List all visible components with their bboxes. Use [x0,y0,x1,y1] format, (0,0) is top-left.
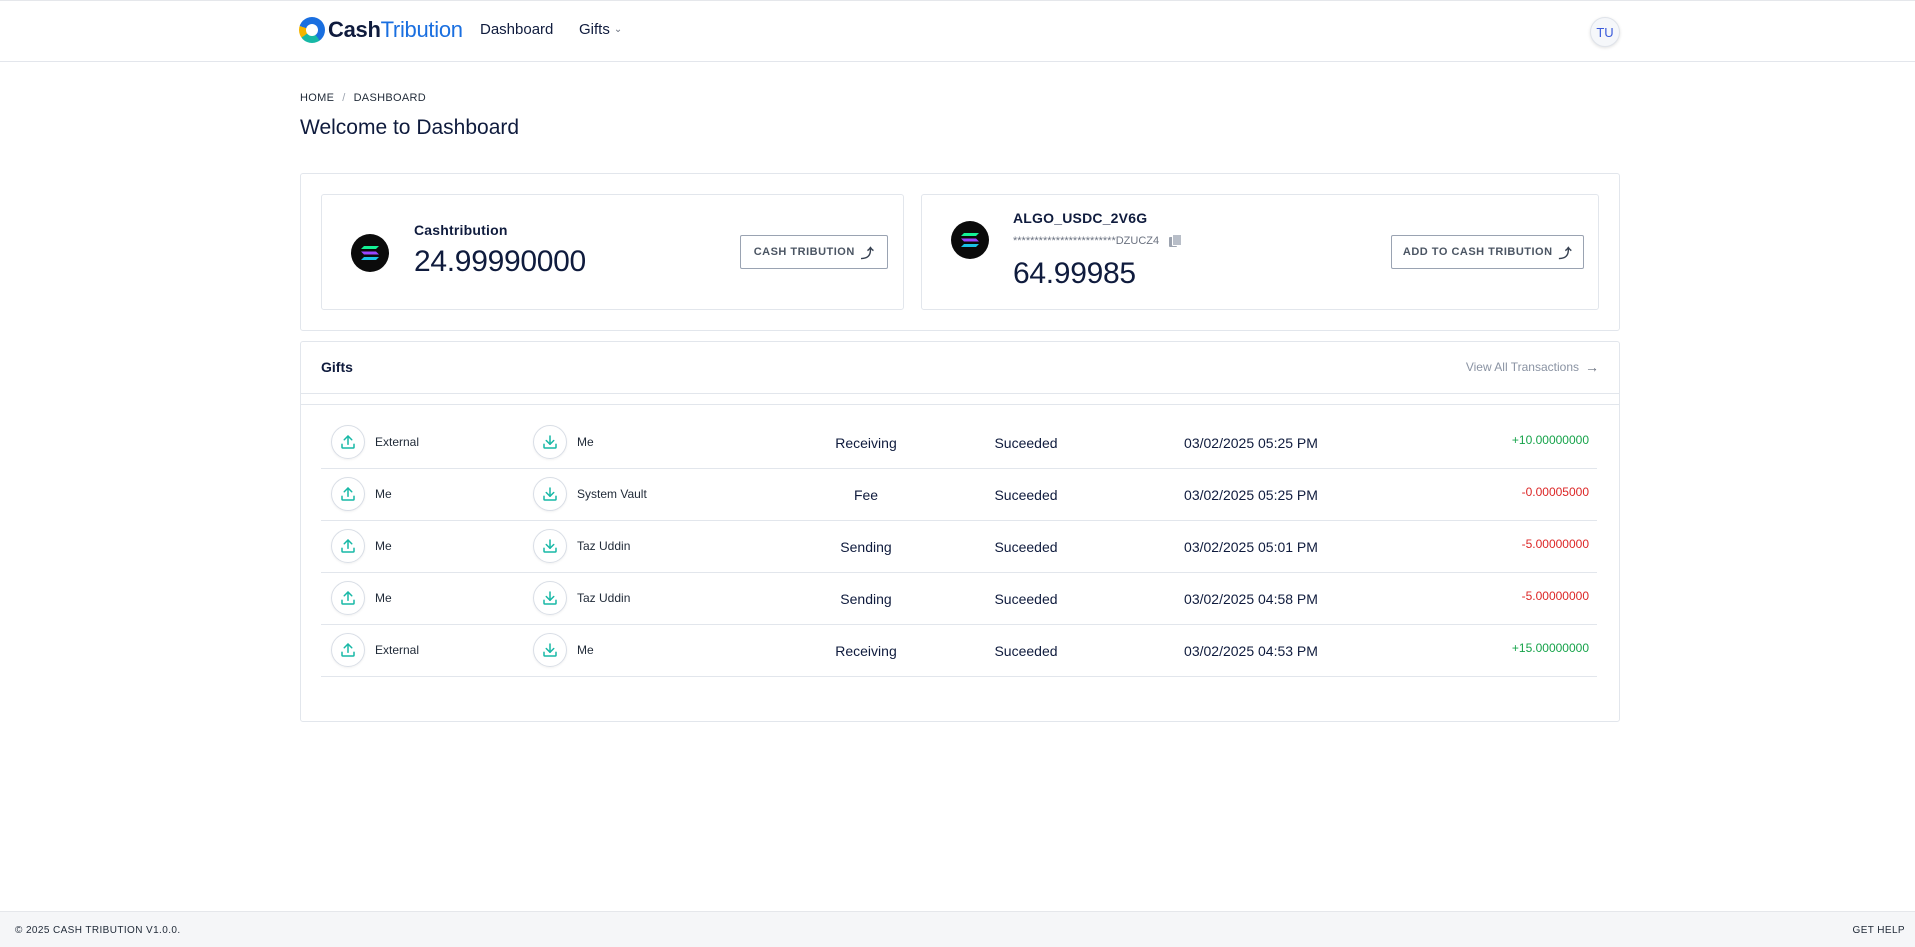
upload-icon [331,425,365,459]
sender: External [331,633,419,667]
add-to-cash-tribution-button-label: ADD TO CASH TRIBUTION [1402,246,1553,258]
wallet-address: ************************DZUCZ4 [1013,234,1183,247]
transaction-type: Sending [840,591,892,607]
recipient: Me [533,633,594,667]
arrow-right-icon: → [1585,359,1599,375]
transaction-type: Receiving [835,643,897,659]
view-all-label: View All Transactions [1465,360,1579,374]
wallets-panel: Cashtribution 24.99990000 CASH TRIBUTION… [300,173,1620,331]
sender-name: Me [375,539,392,553]
sender: Me [331,529,392,563]
external-arrow-icon: ⤴ [860,245,875,261]
nav-gifts-label: Gifts [579,21,610,38]
sender-name: External [375,435,420,449]
transaction-status: Suceeded [994,591,1058,607]
download-icon [533,477,567,511]
sender-name: Me [375,591,392,605]
download-icon [533,529,567,563]
wallet-balance: 24.99990000 [414,245,586,278]
copy-icon[interactable] [1169,234,1183,247]
page-title: Welcome to Dashboard [300,116,520,139]
solana-coin-icon [351,234,389,272]
footer: © 2025 CASH TRIBUTION V1.0.0. GET HELP [0,911,1915,947]
get-help-link[interactable]: GET HELP [1853,925,1905,936]
transaction-status: Suceeded [994,435,1058,451]
wallet-name: ALGO_USDC_2V6G [1013,210,1148,226]
view-all-transactions-link[interactable]: View All Transactions → [1466,359,1599,375]
transaction-date: 03/02/2025 05:25 PM [1184,487,1318,503]
table-row[interactable]: Me Taz Uddin Sending Suceeded 03/02/2025 05:… [321,521,1597,573]
transaction-date: 03/02/2025 05:25 PM [1184,435,1318,451]
sender: Me [331,477,392,511]
wallet-card-cashtribution: Cashtribution 24.99990000 CASH TRIBUTION… [321,194,904,310]
download-icon [533,581,567,615]
external-arrow-icon: ⤴ [1558,245,1573,261]
table-row[interactable]: Me Taz Uddin Sending Suceeded 03/02/2025 04:… [321,573,1597,625]
gifts-table: External Me Receiving Suceeded 03/02/2025 05… [301,404,1619,720]
wallet-balance: 64.99985 [1013,257,1136,290]
breadcrumb-home[interactable]: HOME [300,92,334,104]
recipient-name: Me [577,435,594,449]
table-row[interactable]: External Me Receiving Suceeded 03/02/2025 05… [321,417,1597,469]
transaction-amount: +10.00000000 [1511,433,1589,447]
upload-icon [331,529,365,563]
transaction-date: 03/02/2025 05:01 PM [1184,539,1318,555]
sender: External [331,425,419,459]
breadcrumb: HOME / DASHBOARD [300,92,426,104]
gifts-title: Gifts [321,359,353,375]
logo-mark-icon [299,17,325,43]
top-navbar: CashTribution Dashboard Gifts ⌄ TU [0,0,1915,62]
transaction-type: Fee [853,487,879,503]
recipient-name: Taz Uddin [577,591,631,605]
app-logo[interactable]: CashTribution [299,15,463,45]
sender: Me [331,581,392,615]
logo-text: CashTribution [328,17,463,42]
recipient: System Vault [533,477,647,511]
user-avatar[interactable]: TU [1590,17,1620,47]
gifts-panel: Gifts View All Transactions → External Me… [300,341,1620,722]
table-row[interactable]: Me System Vault Fee Suceeded 03/02/2025 05:2… [321,469,1597,521]
transaction-date: 03/02/2025 04:53 PM [1184,643,1318,659]
recipient-name: Taz Uddin [577,539,631,553]
cash-tribution-button-label: CASH TRIBUTION [753,246,855,258]
download-icon [533,425,567,459]
transaction-status: Suceeded [994,487,1058,503]
upload-icon [331,633,365,667]
cash-tribution-button[interactable]: CASH TRIBUTION ⤴ [740,235,888,269]
gifts-header: Gifts View All Transactions → [301,342,1619,394]
transaction-amount: -5.00000000 [1521,589,1589,603]
breadcrumb-separator: / [342,92,346,104]
transaction-amount: -5.00000000 [1521,537,1589,551]
transaction-type: Receiving [835,435,897,451]
wallet-name: Cashtribution [414,222,508,238]
nav-dashboard[interactable]: Dashboard [480,21,553,38]
upload-icon [331,581,365,615]
nav-gifts[interactable]: Gifts ⌄ [579,21,622,38]
recipient: Me [533,425,594,459]
chevron-down-icon: ⌄ [613,24,623,35]
table-row[interactable]: External Me Receiving Suceeded 03/02/2025 04… [321,625,1597,677]
sender-name: External [375,643,420,657]
transaction-date: 03/02/2025 04:58 PM [1184,591,1318,607]
solana-coin-icon [951,221,989,259]
recipient-name: System Vault [577,487,647,501]
wallet-address-text: ************************DZUCZ4 [1013,234,1160,247]
transaction-amount: -0.00005000 [1521,485,1589,499]
wallet-card-algo-usdc: ALGO_USDC_2V6G ************************D… [921,194,1599,310]
gifts-rows: External Me Receiving Suceeded 03/02/2025 05… [321,417,1597,677]
sender-name: Me [375,487,392,501]
breadcrumb-current: DASHBOARD [353,92,426,104]
recipient: Taz Uddin [533,529,630,563]
footer-copyright: © 2025 CASH TRIBUTION V1.0.0. [15,925,181,936]
transaction-status: Suceeded [994,643,1058,659]
recipient: Taz Uddin [533,581,630,615]
recipient-name: Me [577,643,594,657]
transaction-type: Sending [840,539,892,555]
add-to-cash-tribution-button[interactable]: ADD TO CASH TRIBUTION ⤴ [1391,235,1584,269]
download-icon [533,633,567,667]
upload-icon [331,477,365,511]
transaction-status: Suceeded [994,539,1058,555]
transaction-amount: +15.00000000 [1511,641,1589,655]
